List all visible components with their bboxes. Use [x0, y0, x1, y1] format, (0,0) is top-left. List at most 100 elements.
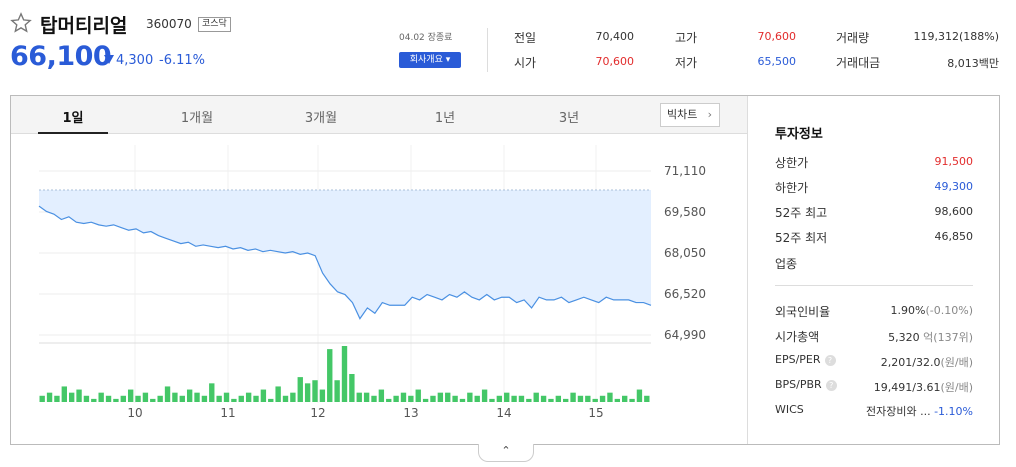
volume-bar: [179, 395, 185, 402]
volume-bar: [540, 395, 547, 402]
volume-bar: [312, 380, 318, 402]
market-cap-rank: 억(137위): [923, 331, 973, 344]
open-label: 시가: [514, 56, 537, 70]
volume-bar: [113, 398, 119, 402]
x-tick-label: 15: [588, 406, 603, 420]
volume-bar: [91, 398, 97, 402]
side-divider: [775, 285, 973, 286]
volume-bar: [496, 395, 503, 402]
volume-bar: [209, 383, 215, 402]
volume-bar: [577, 395, 584, 402]
wics-sector[interactable]: 전자장비와 ...: [866, 405, 931, 418]
volume-bar: [54, 395, 60, 402]
volume-bar: [275, 386, 281, 402]
volume-bar: [268, 398, 274, 402]
bps-pbr: 19,491/3.61: [873, 381, 941, 394]
market-cap-label: 시가총액: [775, 330, 820, 344]
wics-value: 전자장비와 ... -1.10%: [843, 403, 973, 419]
tab-1day[interactable]: 1일: [33, 107, 113, 126]
volume-bar: [127, 389, 134, 402]
period-tab-bar: [11, 96, 747, 134]
x-tick-label: 13: [403, 406, 418, 420]
bps-pbr-label: BPS/PBR?: [775, 378, 837, 391]
x-tick-label: 12: [310, 406, 325, 420]
52w-high-value: 98,600: [934, 205, 974, 218]
volume-bar: [245, 392, 252, 402]
volume-bar: [61, 386, 67, 402]
volume-bar: [172, 392, 178, 402]
current-price: 66,100: [10, 41, 112, 72]
favorite-star-icon[interactable]: [10, 12, 32, 34]
tab-3month[interactable]: 3개월: [281, 107, 361, 126]
lower-limit-value: 49,300: [934, 180, 974, 193]
divider: [487, 28, 488, 72]
foreign-ratio: 1.90%: [890, 304, 926, 317]
volume-bar: [98, 392, 104, 402]
volume-bar: [157, 395, 163, 402]
foreign-ratio-value: 1.90%(-0.10%): [863, 304, 973, 317]
eps-per-label: EPS/PER?: [775, 353, 836, 366]
volume-bar: [282, 395, 289, 402]
volume-bar: [327, 349, 333, 402]
volume-bar: [622, 395, 628, 402]
volume-bar: [592, 398, 598, 402]
x-tick-label: 11: [220, 406, 235, 420]
y-tick-label: 64,990: [664, 328, 706, 342]
help-icon[interactable]: ?: [824, 354, 836, 366]
volume-bar: [68, 392, 75, 402]
volume-bar: [563, 398, 569, 402]
prev-close-value: 70,400: [595, 30, 635, 43]
volume-bar: [467, 392, 473, 402]
volume-bar: [570, 392, 576, 402]
market-cap-value: 5,320 억(137위): [843, 329, 973, 345]
volume-bar: [39, 395, 45, 402]
volume-bar: [489, 398, 495, 402]
volume-bar: [415, 389, 421, 402]
volume-bar: [481, 389, 488, 402]
investment-info-title: 투자정보: [775, 127, 823, 142]
volume-bar: [238, 395, 244, 402]
x-tick-label: 10: [127, 406, 142, 420]
volume-bar: [548, 398, 554, 402]
stock-code: 360070: [146, 17, 192, 31]
eps-per: 2,201/32.0: [880, 356, 941, 369]
volume-bar: [644, 395, 650, 402]
volume-bar: [533, 392, 539, 402]
volume-bar: [150, 398, 156, 402]
price-change: 4,300: [116, 53, 154, 68]
upper-limit-label: 상한가: [775, 156, 809, 170]
volume-label: 거래량: [836, 31, 870, 45]
volume-bar: [164, 386, 171, 402]
market-badge: 코스닥: [198, 17, 231, 32]
volume-bar: [386, 398, 392, 402]
52w-high-label: 52주 최고: [775, 206, 828, 220]
foreign-ratio-change: (-0.10%): [925, 304, 974, 317]
y-tick-label: 68,050: [664, 246, 706, 260]
volume-bar: [599, 395, 606, 402]
volume-bar: [511, 395, 517, 402]
price-area: [39, 190, 651, 319]
tab-1month[interactable]: 1개월: [157, 107, 237, 126]
volume-bar: [194, 392, 200, 402]
collapse-handle[interactable]: ⌃: [478, 444, 534, 462]
volume-bar: [629, 398, 635, 402]
volume-bar: [504, 392, 510, 402]
low-label: 저가: [675, 56, 698, 70]
company-overview-button[interactable]: 회사개요 ▾: [399, 52, 461, 68]
big-chart-label: 빅차트: [667, 108, 698, 121]
down-arrow-icon: [104, 55, 114, 64]
panel-divider: [747, 96, 748, 444]
big-chart-button[interactable]: 빅차트 ›: [660, 103, 720, 127]
volume-bar: [408, 395, 414, 402]
volume-bar: [290, 392, 296, 402]
help-icon[interactable]: ?: [825, 379, 837, 391]
tab-1year[interactable]: 1년: [405, 107, 485, 126]
volume-bar: [201, 395, 208, 402]
volume-bar: [231, 398, 237, 402]
volume-bar: [304, 383, 311, 402]
tab-3year[interactable]: 3년: [529, 107, 609, 126]
y-tick-label: 71,110: [664, 164, 706, 178]
active-tab-underline: [38, 132, 108, 134]
volume-bar: [105, 395, 112, 402]
volume-bar: [349, 374, 355, 402]
